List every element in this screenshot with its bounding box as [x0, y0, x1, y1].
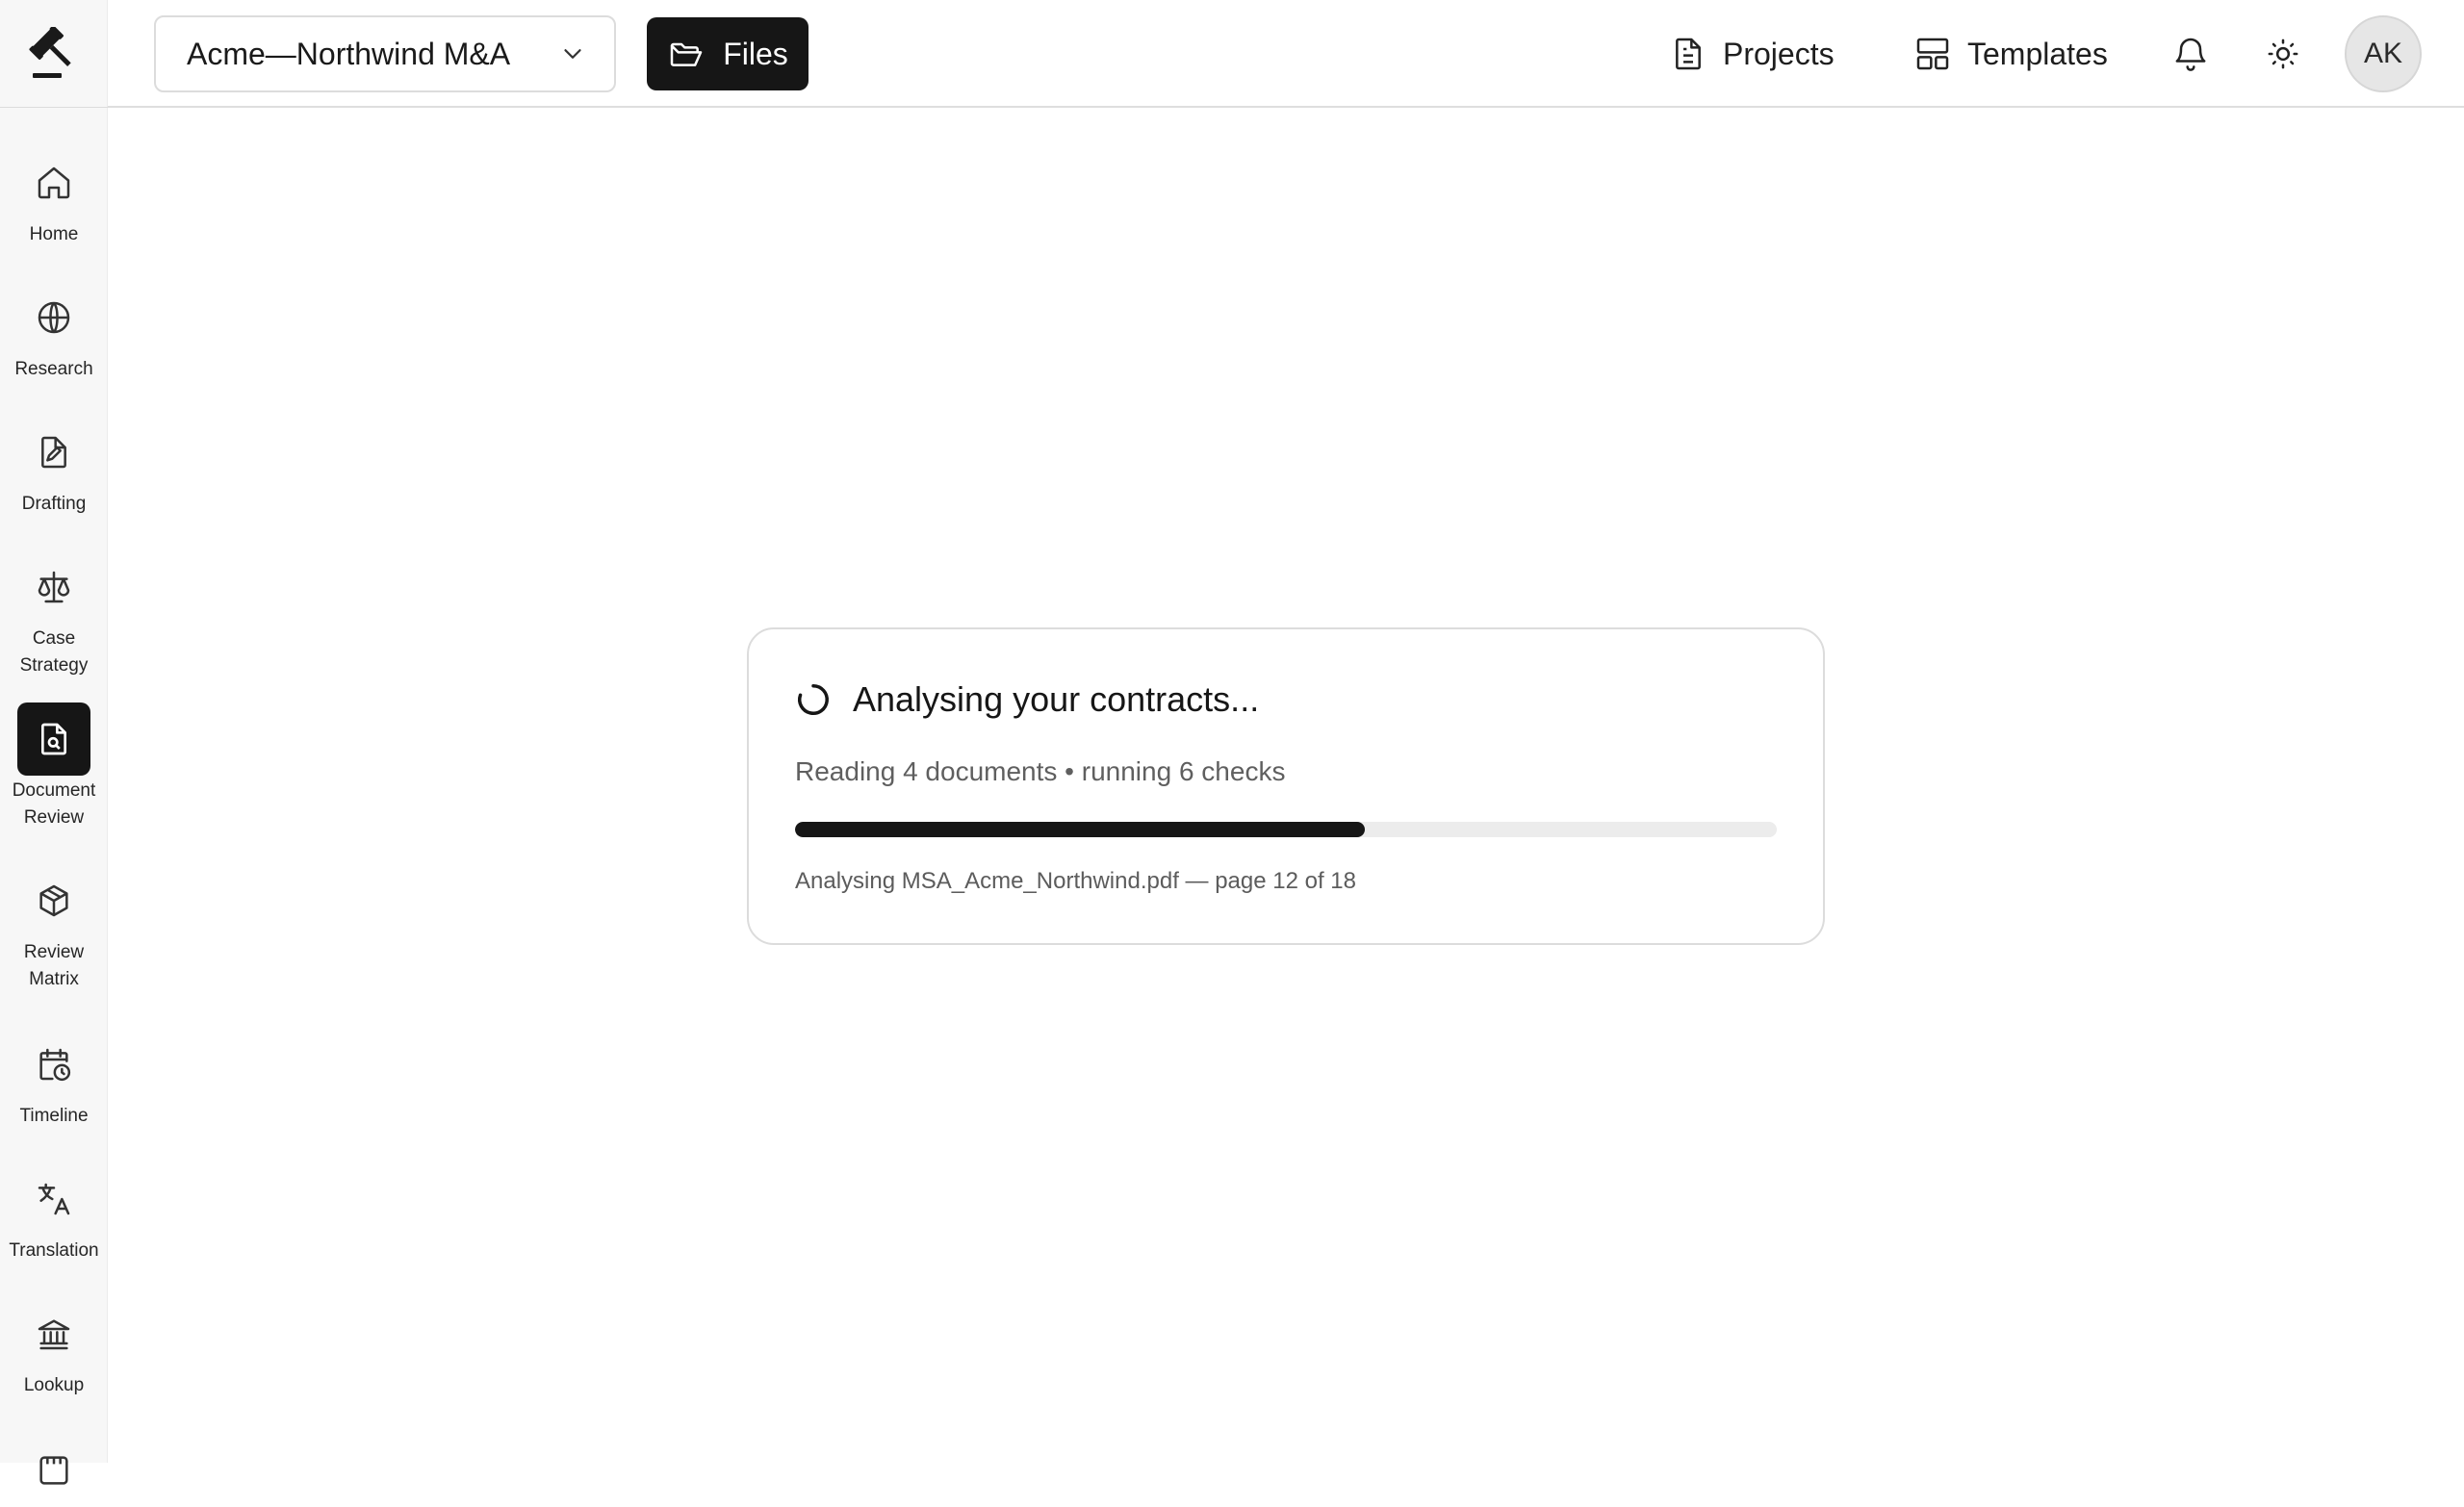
sidebar-item-label: Drafting	[21, 494, 87, 514]
card-header: Analysing your contracts...	[795, 679, 1259, 720]
project-select-value: Acme—Northwind M&A	[187, 36, 511, 71]
card-status-text: Analysing MSA_Acme_Northwind.pdf — page …	[795, 868, 1356, 894]
sidebar-item-lookup[interactable]: Lookup	[0, 1297, 108, 1399]
home-icon	[17, 146, 90, 219]
sidebar-item-review-matrix[interactable]: Review Matrix	[0, 864, 108, 993]
files-button-label: Files	[723, 36, 788, 71]
projects-link-label: Projects	[1723, 36, 1835, 71]
sidebar-item-label: Case Strategy	[19, 628, 89, 676]
sidebar-item-label: Timeline	[19, 1106, 89, 1126]
sidebar-item-timeline[interactable]: Timeline	[0, 1028, 108, 1130]
projects-link[interactable]: Projects	[1669, 23, 1835, 85]
sidebar-item-more[interactable]	[0, 1434, 108, 1507]
sidebar-item-drafting[interactable]: Drafting	[0, 416, 108, 518]
notifications-button[interactable]	[2160, 23, 2221, 85]
sidebar-item-label: Research	[14, 359, 93, 379]
sidebar-item-label: Lookup	[23, 1375, 85, 1395]
sidebar-item-case-strategy[interactable]: Case Strategy	[0, 550, 108, 679]
calendar-clock-icon	[17, 1028, 90, 1101]
file-text-icon	[1669, 35, 1707, 73]
card-title: Analysing your contracts...	[853, 679, 1260, 719]
progress-bar-fill	[795, 822, 1365, 837]
file-pen-icon	[17, 416, 90, 489]
bell-icon	[2171, 35, 2210, 73]
templates-link[interactable]: Templates	[1913, 23, 2108, 85]
file-search-icon	[17, 702, 90, 776]
spinner-icon	[795, 681, 832, 718]
avatar-initials: AK	[2363, 38, 2403, 69]
chevron-down-icon	[558, 39, 587, 68]
sun-icon	[2264, 35, 2302, 73]
languages-icon	[17, 1162, 90, 1236]
sidebar-item-document-review[interactable]: Document Review	[0, 702, 108, 831]
layout-template-icon	[1913, 35, 1952, 73]
globe-icon	[17, 281, 90, 354]
sidebar-item-home[interactable]: Home	[0, 146, 108, 248]
progress-bar	[795, 822, 1777, 837]
top-bar: Acme—Northwind M&A Files Projects Templa…	[108, 0, 2464, 108]
gavel-logo-icon[interactable]	[0, 0, 108, 108]
analysis-progress-card: Analysing your contracts... Reading 4 do…	[747, 627, 1825, 945]
sidebar-item-label: Review Matrix	[23, 942, 85, 989]
folder-open-icon	[667, 35, 706, 73]
landmark-icon	[17, 1297, 90, 1370]
sidebar-item-label: Document Review	[12, 780, 96, 828]
scales-icon	[17, 550, 90, 624]
sidebar-item-label: Translation	[9, 1240, 99, 1261]
project-select[interactable]: Acme—Northwind M&A	[154, 15, 616, 92]
avatar[interactable]: AK	[2345, 15, 2422, 92]
sidebar-item-translation[interactable]: Translation	[0, 1162, 108, 1264]
templates-link-label: Templates	[1967, 36, 2108, 71]
files-button[interactable]: Files	[647, 17, 808, 90]
sidebar-item-label: Home	[29, 224, 79, 244]
sidebar-item-research[interactable]: Research	[0, 281, 108, 383]
package-icon	[17, 864, 90, 937]
card-subtitle: Reading 4 documents • running 6 checks	[795, 756, 1286, 786]
theme-toggle-button[interactable]	[2252, 23, 2314, 85]
table-icon	[17, 1434, 90, 1507]
sidebar: Home Research Drafting Case Strategy Doc…	[0, 0, 108, 1485]
